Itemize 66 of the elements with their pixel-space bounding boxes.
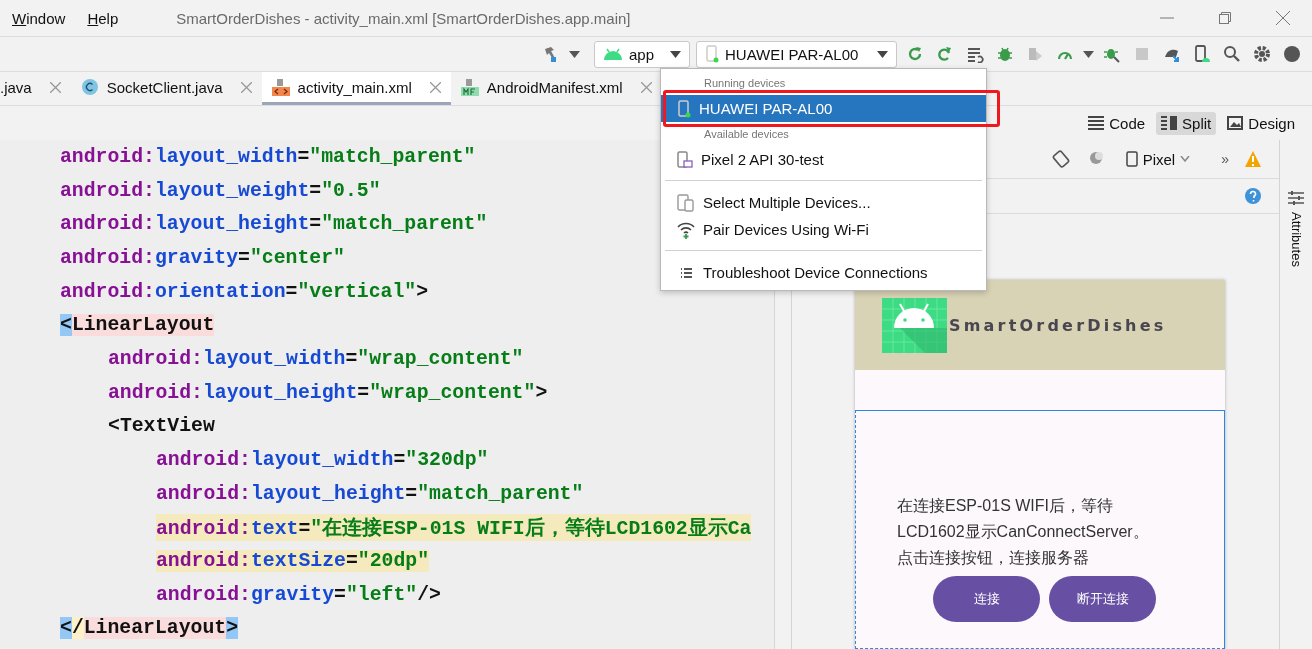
code-line: <TextView <box>108 415 215 438</box>
editor-tab[interactable]: AndroidManifest.xml <box>450 72 662 105</box>
attributes-tab[interactable]: Attributes <box>1288 212 1304 267</box>
caret-icon <box>670 50 681 58</box>
editor-tab[interactable]: activity_main.xml <box>261 72 451 105</box>
code-line: android:layout_height="match_parent" <box>60 213 488 236</box>
code-line: <LinearLayout <box>60 314 215 337</box>
xml-file-icon <box>271 78 290 96</box>
close-icon[interactable] <box>49 81 61 93</box>
device-menu-item[interactable]: Pixel 2 API 30-test <box>661 146 986 173</box>
editor-tab[interactable]: SocketClient.java <box>70 72 262 105</box>
menu-section-header: Running devices <box>703 76 787 89</box>
code-line: android:layout_weight="0.5" <box>60 179 381 202</box>
code-line: android:gravity="center" <box>60 246 345 269</box>
menu-item[interactable]: Select Multiple Devices... <box>661 189 986 216</box>
window-title: SmartOrderDishes - activity_main.xml [SmartOrderDishes.app.main] <box>176 9 632 27</box>
phone-icon <box>677 99 691 118</box>
device-picker[interactable]: Pixel <box>1120 147 1196 171</box>
caret-icon <box>1083 50 1094 58</box>
close-icon[interactable] <box>1276 11 1290 25</box>
wifi-icon <box>677 220 695 239</box>
app-logo-icon <box>882 297 947 353</box>
menu-section-header: Available devices <box>703 127 790 140</box>
emulator-icon <box>677 150 693 169</box>
device-dropdown[interactable]: HUAWEI PAR-AL00 <box>696 40 897 68</box>
code-line: android:layout_height="wrap_content"> <box>108 381 548 404</box>
preview-button[interactable]: 连接 <box>933 576 1040 622</box>
sliders-icon[interactable] <box>1288 190 1304 206</box>
caret-icon <box>569 50 580 58</box>
code-line: android:layout_width="320dp" <box>156 449 489 472</box>
message-text: 在连接ESP-01S WIFI后，等待 <box>897 496 1115 516</box>
image-icon <box>1227 116 1244 130</box>
close-icon[interactable] <box>429 81 441 93</box>
code-line: android:orientation="vertical"> <box>60 280 428 303</box>
close-icon[interactable] <box>240 81 252 93</box>
chevron-icon <box>1180 156 1191 162</box>
phone-icon <box>705 45 719 63</box>
menu-item[interactable]: Pair Devices Using Wi-Fi <box>661 216 986 243</box>
code-line: android:layout_width="match_parent" <box>60 145 476 168</box>
message-text: LCD1602显示CanConnectServer。 <box>897 522 1150 542</box>
lines-icon <box>1088 116 1105 130</box>
preview-button[interactable]: 断开连接 <box>1049 576 1156 622</box>
menu-item[interactable]: Troubleshoot Device Connections <box>661 259 986 286</box>
menu-item[interactable]: Help <box>87 9 129 27</box>
menu-item[interactable]: Window <box>12 9 76 27</box>
split-view-icon <box>1161 116 1178 130</box>
code-line: android:gravity="left"/> <box>156 583 441 606</box>
manifest-file-icon <box>460 78 479 96</box>
phone-icon <box>1125 151 1138 167</box>
configuration-dropdown[interactable]: app <box>594 40 690 68</box>
view-mode-button[interactable]: Code <box>1083 111 1151 135</box>
caret-icon <box>877 50 888 58</box>
close-icon[interactable] <box>640 81 652 93</box>
app-title: SmartOrderDishes <box>949 315 1167 335</box>
device-menu-item[interactable]: HUAWEI PAR-AL00 <box>661 95 986 122</box>
message-text: 点击连接按钮，连接服务器 <box>897 548 1090 568</box>
android-icon <box>603 47 623 61</box>
devices-icon <box>677 193 695 212</box>
view-mode-button[interactable]: Design <box>1222 111 1300 135</box>
class-icon <box>80 78 99 96</box>
view-mode-button[interactable]: Split <box>1156 111 1217 135</box>
overflow-button[interactable]: » <box>1221 151 1229 167</box>
code-line: android:layout_width="wrap_content" <box>108 347 524 370</box>
restore-icon[interactable] <box>1219 12 1231 24</box>
editor-tab[interactable]: .java <box>0 72 71 105</box>
code-line: android:layout_height="match_parent" <box>156 482 584 505</box>
